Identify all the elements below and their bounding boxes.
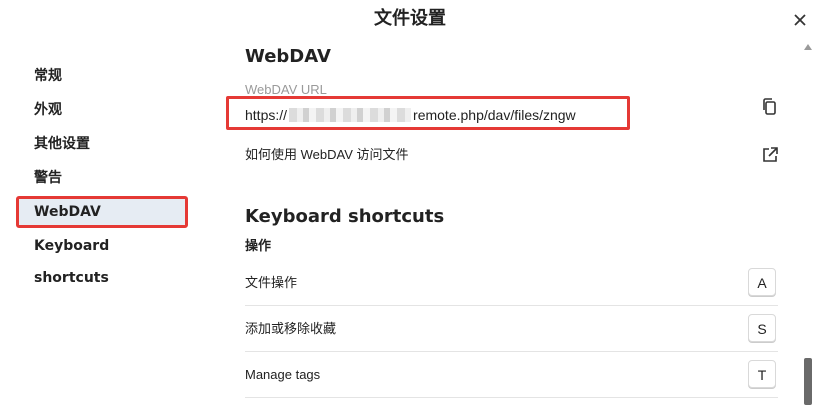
- dialog-title: 文件设置: [374, 8, 446, 29]
- scroll-thumb[interactable]: [804, 358, 812, 405]
- sidebar-item-keyboard-shortcuts[interactable]: Keyboard shortcuts: [16, 230, 188, 286]
- close-button[interactable]: [788, 8, 812, 32]
- url-prefix: https://: [245, 107, 288, 123]
- shortcut-list: 文件操作 A 添加或移除收藏 S Manage tags T: [245, 260, 778, 398]
- close-icon: [794, 14, 806, 26]
- sidebar-item-label: 常规: [34, 68, 62, 84]
- settings-dialog: 文件设置 常规 外观 其他设置 警告 WebDAV Keyboard short…: [0, 0, 820, 405]
- shortcuts-group-title: 操作: [245, 239, 272, 254]
- open-help-button[interactable]: [759, 144, 781, 166]
- sidebar-item-appearance[interactable]: 外观: [16, 94, 188, 126]
- shortcut-key[interactable]: A: [748, 268, 776, 296]
- content-scrollbar[interactable]: [803, 40, 813, 405]
- settings-sidebar: 常规 外观 其他设置 警告 WebDAV Keyboard shortcuts: [16, 60, 188, 286]
- shortcut-label: Manage tags: [245, 367, 321, 382]
- shortcut-label: 添加或移除收藏: [245, 321, 337, 336]
- shortcut-row: 添加或移除收藏 S: [245, 306, 778, 352]
- sidebar-item-warnings[interactable]: 警告: [16, 162, 188, 194]
- shortcut-label: 文件操作: [245, 275, 298, 290]
- webdav-url-value[interactable]: https:// remote.php/dav/files/zngw: [245, 106, 576, 124]
- shortcuts-section: Keyboard shortcuts 操作 文件操作 A 添加或移除收藏 S M…: [245, 204, 778, 398]
- sidebar-item-label: 其他设置: [34, 136, 90, 152]
- shortcuts-section-title: Keyboard shortcuts: [245, 206, 445, 227]
- sidebar-item-webdav[interactable]: WebDAV: [16, 196, 188, 228]
- sidebar-item-general[interactable]: 常规: [16, 60, 188, 92]
- webdav-help-link[interactable]: 如何使用 WebDAV 访问文件: [245, 146, 408, 164]
- sidebar-item-label: 警告: [34, 170, 62, 186]
- shortcut-row: 文件操作 A: [245, 260, 778, 306]
- copy-icon: [763, 98, 776, 115]
- webdav-section-title: WebDAV: [245, 46, 331, 67]
- shortcut-key[interactable]: T: [748, 360, 776, 388]
- shortcut-row: Manage tags T: [245, 352, 778, 398]
- scroll-up-arrow-icon[interactable]: [804, 44, 812, 50]
- sidebar-item-other-settings[interactable]: 其他设置: [16, 128, 188, 160]
- url-suffix: remote.php/dav/files/zngw: [413, 107, 576, 123]
- sidebar-item-label: WebDAV: [34, 204, 101, 220]
- copy-url-button[interactable]: [759, 96, 781, 118]
- sidebar-item-label: 外观: [34, 102, 62, 118]
- settings-content: WebDAV WebDAV URL https://remote.php/dav…: [226, 44, 778, 398]
- shortcut-key[interactable]: S: [748, 314, 776, 342]
- external-link-icon: [763, 147, 778, 162]
- sidebar-item-label: Keyboard shortcuts: [34, 238, 110, 286]
- redacted-host: [289, 108, 412, 122]
